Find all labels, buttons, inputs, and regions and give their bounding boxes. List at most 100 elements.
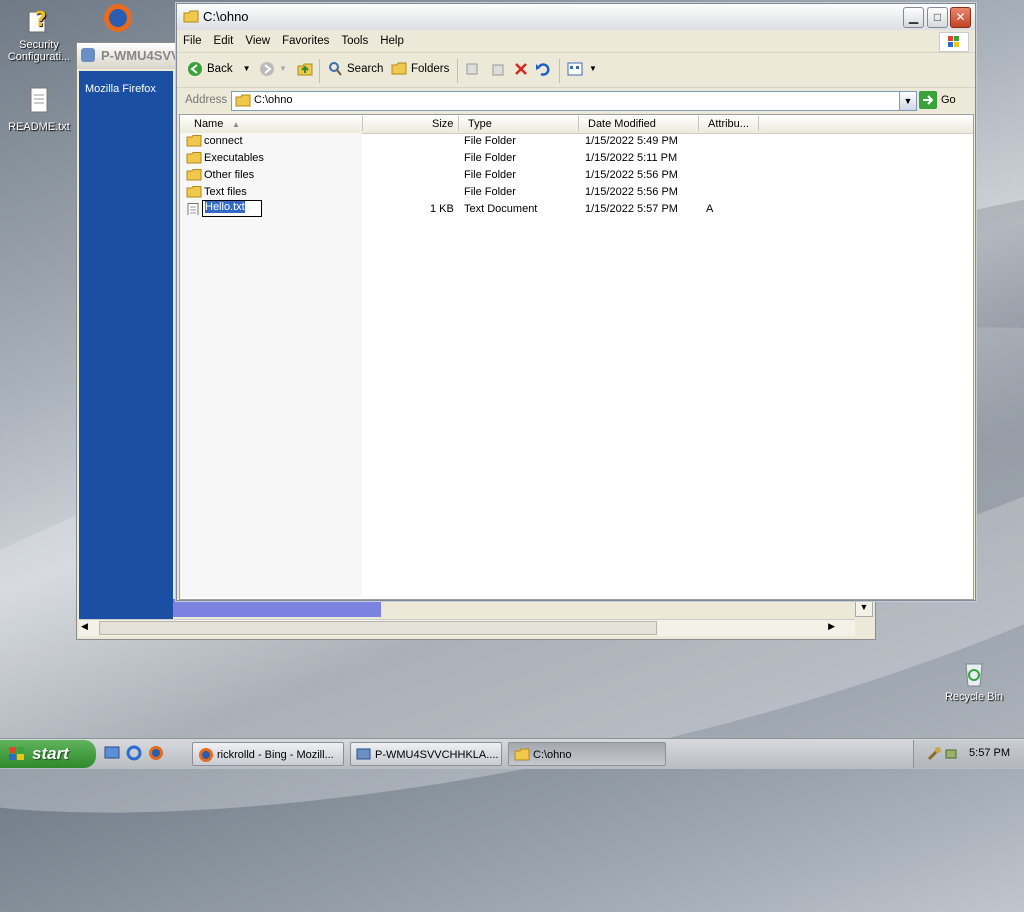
folder-icon bbox=[235, 94, 251, 107]
toolbar: Back ▼ ▼ Search Folders ▼ bbox=[177, 53, 975, 88]
scroll-left-icon[interactable]: ◀ bbox=[81, 621, 88, 632]
menu-edit[interactable]: Edit bbox=[208, 30, 240, 52]
column-divider[interactable] bbox=[758, 116, 759, 131]
folder-icon bbox=[186, 152, 202, 164]
text-file-icon bbox=[23, 86, 55, 118]
forward-arrow-icon bbox=[260, 62, 274, 76]
minimize-button[interactable]: ▁ bbox=[903, 7, 924, 28]
internet-explorer-icon[interactable] bbox=[126, 745, 142, 761]
desktop-icon-recycle-bin[interactable]: Recycle Bin bbox=[938, 656, 1010, 704]
clock[interactable]: 5:57 PM bbox=[969, 747, 1010, 759]
explorer-window[interactable]: C:\ohno ▁ □ ✕ File Edit View Favorites Tools… bbox=[176, 3, 976, 601]
row-name: connect bbox=[204, 135, 243, 147]
desktop-icon-security-config[interactable]: ? Security Configurati... bbox=[3, 4, 75, 64]
folder-icon bbox=[183, 10, 199, 23]
search-button[interactable]: Search bbox=[327, 61, 383, 77]
system-tray: 5:57 PM bbox=[913, 740, 1024, 768]
column-divider[interactable] bbox=[578, 116, 579, 131]
back-arrow-icon bbox=[188, 62, 202, 76]
rename-input[interactable]: Hello.txt bbox=[202, 200, 262, 217]
close-button[interactable]: ✕ bbox=[950, 7, 971, 28]
window-icon bbox=[81, 48, 95, 62]
undo-button[interactable] bbox=[535, 61, 551, 77]
row-name: Text files bbox=[204, 186, 247, 198]
selection-strip bbox=[173, 599, 381, 617]
go-button[interactable]: Go bbox=[919, 91, 956, 109]
scroll-down-button[interactable]: ▼ bbox=[855, 599, 873, 617]
sort-ascending-icon: ▲ bbox=[232, 120, 240, 129]
folder-icon bbox=[186, 186, 202, 198]
up-folder-button[interactable] bbox=[297, 61, 313, 77]
column-header-type[interactable]: Type bbox=[468, 118, 492, 130]
move-to-button[interactable] bbox=[465, 61, 481, 77]
taskbar-item-label: C:\ohno bbox=[533, 749, 572, 761]
row-date: 1/15/2022 5:49 PM bbox=[585, 135, 678, 147]
desktop-icon-firefox[interactable] bbox=[82, 2, 154, 36]
row-name: Other files bbox=[204, 169, 255, 181]
delete-button[interactable] bbox=[513, 61, 529, 77]
address-value: C:\ohno bbox=[254, 94, 293, 106]
copy-to-button[interactable] bbox=[489, 61, 505, 77]
taskbar-item-label: P-WMU4SVVCHHKLA.... bbox=[375, 749, 499, 761]
table-row[interactable]: Text files File Folder 1/15/2022 5:56 PM bbox=[180, 184, 970, 201]
column-header-size[interactable]: Size bbox=[432, 118, 453, 130]
address-input[interactable]: C:\ohno ▼ bbox=[231, 91, 917, 111]
forward-button[interactable]: ▼ bbox=[259, 61, 287, 77]
column-header-name[interactable]: Name bbox=[194, 118, 223, 130]
views-icon bbox=[567, 62, 583, 76]
explorer-title-bar[interactable]: C:\ohno ▁ □ ✕ bbox=[177, 4, 975, 30]
row-type: File Folder bbox=[464, 186, 516, 198]
tools-tray-icon[interactable] bbox=[926, 746, 942, 762]
back-button[interactable]: Back ▼ bbox=[187, 61, 251, 77]
desktop-icon-label: README.txt bbox=[8, 121, 70, 133]
folder-icon bbox=[186, 135, 202, 147]
table-row[interactable]: Other files File Folder 1/15/2022 5:56 P… bbox=[180, 167, 970, 184]
scroll-right-icon[interactable]: ▶ bbox=[828, 621, 835, 632]
menu-favorites[interactable]: Favorites bbox=[276, 30, 335, 52]
go-label: Go bbox=[941, 94, 956, 106]
address-dropdown-button[interactable]: ▼ bbox=[899, 92, 916, 110]
quick-launch bbox=[104, 745, 164, 761]
column-divider[interactable] bbox=[458, 116, 459, 131]
network-tray-icon[interactable] bbox=[944, 746, 960, 762]
desktop-icon-readme[interactable]: README.txt bbox=[3, 86, 75, 134]
column-divider[interactable] bbox=[362, 116, 363, 131]
scroll-thumb[interactable] bbox=[99, 621, 657, 635]
taskbar-item-firefox[interactable]: rickrolld - Bing - Mozill... bbox=[192, 742, 344, 766]
background-window-title-text: P-WMU4SVV bbox=[101, 48, 180, 63]
desktop-icon-label: Recycle Bin bbox=[944, 691, 1004, 703]
row-date: 1/15/2022 5:56 PM bbox=[585, 186, 678, 198]
show-desktop-icon[interactable] bbox=[104, 745, 120, 761]
table-row-renaming[interactable]: Hello.txt 1 KB Text Document 1/15/2022 5… bbox=[180, 200, 970, 218]
taskbar-item-remote-window[interactable]: P-WMU4SVVCHHKLA.... bbox=[350, 742, 502, 766]
firefox-link[interactable]: Mozilla Firefox bbox=[85, 83, 156, 95]
toolbar-separator bbox=[319, 59, 320, 83]
column-divider[interactable] bbox=[698, 116, 699, 131]
windows-flag-icon bbox=[9, 747, 24, 760]
chevron-down-icon: ▼ bbox=[279, 64, 287, 73]
taskbar-item-label: rickrolld - Bing - Mozill... bbox=[217, 749, 334, 761]
chevron-down-icon[interactable]: ▼ bbox=[243, 61, 251, 77]
views-button[interactable]: ▼ bbox=[567, 61, 597, 77]
remote-desktop-icon bbox=[356, 748, 371, 760]
folders-button[interactable]: Folders bbox=[391, 61, 449, 77]
file-list[interactable]: Name ▲ Size Type Date Modified Attribu..… bbox=[179, 114, 974, 600]
menu-file[interactable]: File bbox=[177, 30, 208, 52]
folder-icon bbox=[514, 748, 530, 761]
menu-tools[interactable]: Tools bbox=[335, 30, 374, 52]
table-row[interactable]: connect File Folder 1/15/2022 5:49 PM bbox=[180, 133, 970, 150]
folder-icon bbox=[186, 169, 202, 181]
table-row[interactable]: Executables File Folder 1/15/2022 5:11 P… bbox=[180, 150, 970, 167]
taskbar-item-explorer[interactable]: C:\ohno bbox=[508, 742, 666, 766]
recycle-bin-icon bbox=[958, 656, 990, 688]
start-button[interactable]: start bbox=[0, 740, 96, 768]
column-header-date-modified[interactable]: Date Modified bbox=[588, 118, 656, 130]
firefox-icon[interactable] bbox=[148, 745, 164, 761]
rename-selected-text: Hello.txt bbox=[205, 201, 245, 213]
maximize-button[interactable]: □ bbox=[927, 7, 948, 28]
menu-view[interactable]: View bbox=[239, 30, 276, 52]
folders-icon bbox=[391, 62, 407, 75]
menu-help[interactable]: Help bbox=[374, 30, 410, 52]
horizontal-scrollbar[interactable]: ◀ ▶ bbox=[79, 619, 855, 636]
column-header-attributes[interactable]: Attribu... bbox=[708, 118, 749, 130]
